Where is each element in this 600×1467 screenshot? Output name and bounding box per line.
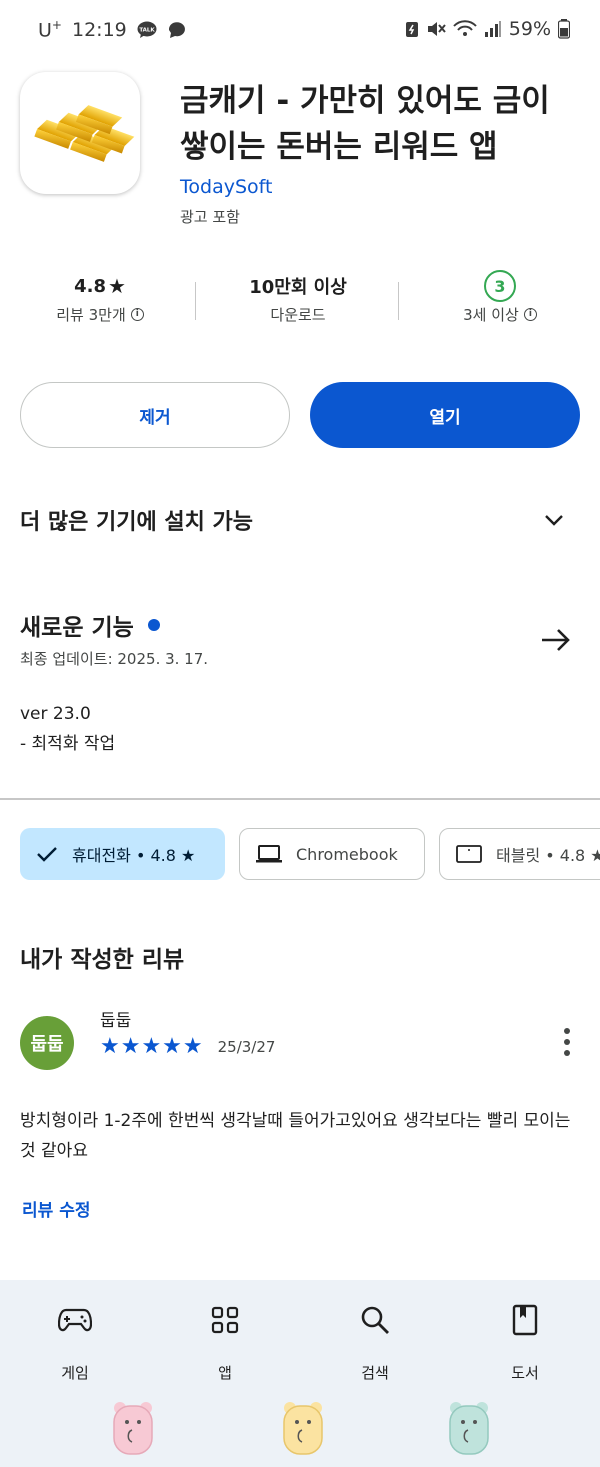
- my-review-title: 내가 작성한 리뷰: [20, 947, 185, 973]
- wifi-icon: [453, 20, 477, 36]
- stat-divider: [195, 282, 196, 320]
- contains-ads-label: 광고 포함: [180, 208, 240, 226]
- downloads-value: 10만회 이상: [249, 277, 347, 298]
- sticker-overlay: [0, 1400, 600, 1460]
- chip-phone[interactable]: 휴대전화 • 4.8 ★: [20, 828, 225, 880]
- new-indicator-dot: [147, 619, 160, 631]
- age-rating-label: 3세 이상: [463, 306, 519, 324]
- rating-stars: ★★★★★: [100, 1034, 204, 1059]
- stats-row: 4.8 ★ 리뷰 3만개 i 10만회 이상 다운로드 3 3세 이상 i: [0, 268, 600, 338]
- nav-books-label: 도서: [511, 1364, 539, 1382]
- check-icon: [37, 847, 57, 862]
- chip-chromebook[interactable]: Chromebook: [239, 828, 425, 880]
- edit-review-link[interactable]: 리뷰 수정: [22, 1196, 90, 1221]
- svg-text:TALK: TALK: [139, 27, 155, 33]
- review-date: 25/3/27: [217, 1037, 276, 1056]
- battery-saver-icon: [405, 22, 418, 37]
- app-icon-gold-bars[interactable]: [20, 72, 140, 194]
- release-version: ver 23.0: [20, 704, 91, 724]
- rating-value: 4.8: [74, 275, 106, 297]
- review-text: 방치형이라 1-2주에 한번씩 생각날때 들어가고있어요 생각보다는 빨리 모이…: [20, 1111, 571, 1161]
- section-divider: [0, 798, 600, 800]
- whats-new-title: 새로운 기능: [20, 615, 134, 641]
- nav-games[interactable]: 게임: [0, 1300, 150, 1383]
- device-filter-chips: 휴대전화 • 4.8 ★ Chromebook 태블릿 • 4.8 ★: [20, 828, 600, 880]
- my-review-header: 둡둡 둡둡 ★★★★★ 25/3/27: [20, 1004, 580, 1074]
- age-rating-badge: 3: [484, 270, 516, 302]
- reviews-count-label: 리뷰 3만개: [56, 306, 126, 324]
- battery-percent: 59%: [508, 18, 551, 40]
- chip-chromebook-label: Chromebook: [296, 844, 398, 864]
- search-icon: [361, 1306, 389, 1334]
- chip-tablet[interactable]: 태블릿 • 4.8 ★: [439, 828, 600, 880]
- chat-bubble-icon: [168, 21, 185, 38]
- developer-link[interactable]: TodaySoft: [180, 176, 272, 198]
- nav-apps-label: 앱: [218, 1364, 232, 1382]
- whats-new-section[interactable]: 새로운 기능 최종 업데이트: 2025. 3. 17. ver 23.0 - …: [20, 608, 580, 759]
- uninstall-button[interactable]: 제거: [20, 382, 290, 448]
- age-rating-stat[interactable]: 3 3세 이상 i: [400, 268, 600, 325]
- chip-phone-label: 휴대전화 • 4.8 ★: [72, 846, 196, 865]
- laptop-icon: [256, 845, 282, 863]
- battery-icon: [558, 19, 570, 39]
- app-header: 금캐기 - 가만히 있어도 금이 쌓이는 돈버는 리워드 앱 TodaySoft…: [20, 72, 580, 232]
- clock: 12:19: [71, 18, 127, 41]
- carrier-label: U+: [38, 18, 62, 42]
- stat-divider: [398, 282, 399, 320]
- nav-apps[interactable]: 앱: [150, 1300, 300, 1383]
- signal-icon: [484, 21, 501, 37]
- nav-games-label: 게임: [61, 1364, 89, 1382]
- chevron-down-icon: [545, 515, 563, 526]
- nav-search-label: 검색: [361, 1364, 389, 1382]
- mint-bear-sticker-icon: [449, 1402, 489, 1455]
- status-bar: U+ 12:19 TALK 59%: [0, 0, 600, 62]
- yellow-bear-sticker-icon: [283, 1402, 323, 1455]
- info-icon: i: [130, 308, 144, 321]
- downloads-stat: 10만회 이상 다운로드: [198, 268, 398, 325]
- status-right: 59%: [405, 18, 570, 40]
- kakaotalk-icon: TALK: [137, 21, 157, 38]
- reviewer-name: 둡둡: [100, 1011, 132, 1031]
- rating-stat[interactable]: 4.8 ★ 리뷰 3만개 i: [0, 268, 200, 325]
- pink-bear-sticker-icon: [113, 1402, 153, 1455]
- book-icon: [512, 1304, 538, 1336]
- status-left: U+ 12:19 TALK: [38, 18, 187, 41]
- gamepad-icon: [58, 1308, 92, 1332]
- info-icon: i: [523, 308, 537, 321]
- arrow-right-icon[interactable]: [540, 626, 572, 654]
- mute-icon: [427, 22, 446, 36]
- nav-books[interactable]: 도서: [450, 1300, 600, 1383]
- nav-search[interactable]: 검색: [300, 1300, 450, 1383]
- more-options-icon[interactable]: [564, 1028, 570, 1056]
- chip-tablet-label: 태블릿 • 4.8 ★: [496, 846, 600, 865]
- downloads-label: 다운로드: [270, 306, 326, 324]
- app-title: 금캐기 - 가만히 있어도 금이 쌓이는 돈버는 리워드 앱: [180, 83, 550, 165]
- apps-grid-icon: [211, 1306, 239, 1334]
- star-icon: ★: [107, 274, 126, 298]
- open-button[interactable]: 열기: [310, 382, 580, 448]
- avatar: 둡둡: [20, 1016, 74, 1070]
- install-more-devices-row[interactable]: 더 많은 기기에 설치 가능: [20, 496, 580, 544]
- release-note: - 최적화 작업: [20, 734, 116, 754]
- install-more-devices-label: 더 많은 기기에 설치 가능: [20, 510, 254, 535]
- gold-bars-icon: [34, 105, 135, 162]
- tablet-icon: [456, 845, 482, 863]
- last-updated-date: 최종 업데이트: 2025. 3. 17.: [20, 650, 209, 668]
